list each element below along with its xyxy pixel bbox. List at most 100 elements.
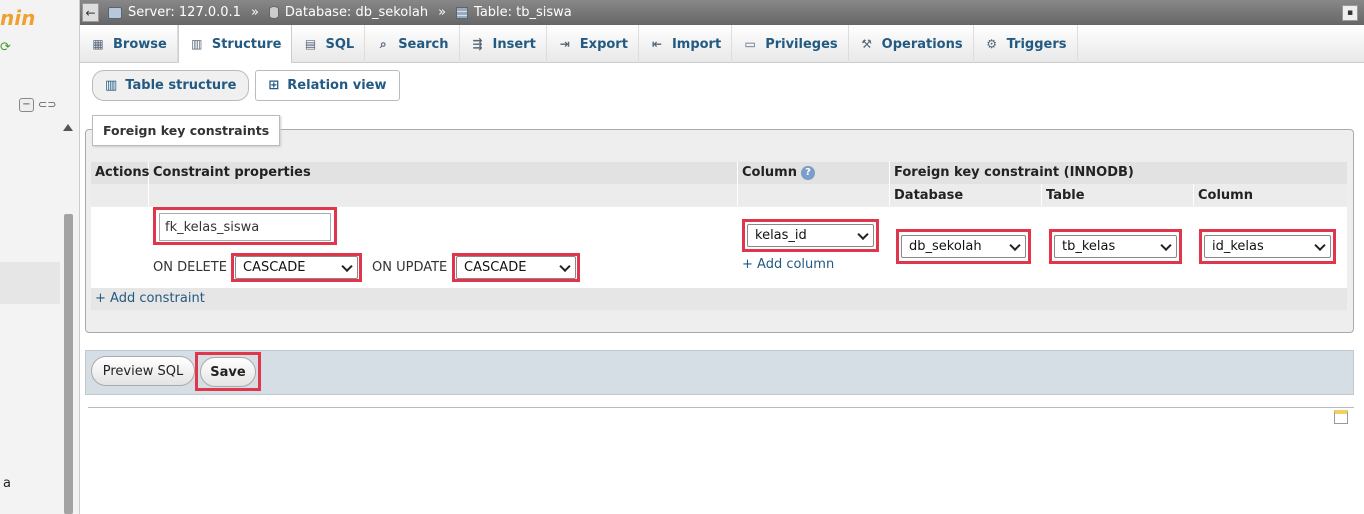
on-update-select[interactable]: CASCADE: [456, 256, 576, 279]
on-delete-label: ON DELETE: [153, 260, 227, 275]
chevron-down-icon: [857, 228, 869, 240]
breadcrumb-separator: »: [250, 5, 259, 20]
collapse-all-button[interactable]: −: [19, 98, 34, 112]
tab-label: Insert: [492, 36, 536, 52]
header-fk-constraint: Foreign key constraint (INNODB): [894, 165, 1134, 180]
select-value: tb_kelas: [1062, 239, 1116, 254]
tab-label: SQL: [325, 36, 355, 52]
add-column-link[interactable]: + Add column: [742, 257, 834, 272]
browse-icon: ▦: [92, 37, 104, 51]
breadcrumb-database[interactable]: Database: db_sekolah: [285, 5, 428, 20]
header-ref-column: Column: [1198, 188, 1253, 203]
privileges-icon: ▭: [744, 37, 756, 51]
tab-import[interactable]: ⇤ Import: [639, 25, 733, 63]
breadcrumb-server[interactable]: Server: 127.0.0.1: [128, 5, 241, 20]
sub-tabs: ▥ Table structure ⊞ Relation view: [92, 70, 400, 101]
breadcrumb-separator: »: [438, 5, 447, 20]
tab-label: Structure: [211, 36, 282, 52]
table-subheader-row: [91, 184, 1347, 206]
chevron-down-icon: [341, 260, 353, 272]
tab-privileges[interactable]: ▭ Privileges: [732, 25, 849, 63]
constraint-name-input[interactable]: fk_kelas_siswa: [159, 213, 331, 241]
select-value: CASCADE: [464, 260, 527, 275]
navigation-item-text[interactable]: a: [3, 476, 11, 491]
breadcrumb-table[interactable]: Table: tb_siswa: [474, 5, 572, 20]
maximize-icon[interactable]: ▪: [1342, 5, 1358, 21]
tab-search[interactable]: ⌕ Search: [365, 25, 460, 63]
tab-label: Operations: [881, 36, 963, 52]
navigation-panel: nin ⟳ − ⊂⊃ a: [0, 0, 80, 514]
header-constraint-properties: Constraint properties: [153, 165, 311, 180]
scroll-up-icon[interactable]: [63, 124, 73, 131]
breadcrumb-bar: ← Server: 127.0.0.1 » Database: db_sekol…: [80, 0, 1364, 25]
import-icon: ⇤: [651, 37, 662, 51]
help-icon[interactable]: ?: [801, 166, 815, 180]
server-icon: [108, 6, 122, 19]
tab-sql[interactable]: ▤ SQL: [292, 25, 366, 63]
chevron-down-icon: [1160, 239, 1172, 251]
tab-browse[interactable]: ▦ Browse: [80, 25, 178, 63]
structure-icon: ▥: [191, 37, 203, 51]
tab-label: Export: [579, 36, 628, 52]
on-delete-select[interactable]: CASCADE: [235, 256, 358, 279]
select-value: db_sekolah: [909, 239, 982, 254]
insert-icon: ⇶: [472, 37, 483, 51]
tab-label: Search: [398, 36, 449, 52]
chevron-down-icon: [559, 260, 571, 272]
header-actions: Actions: [95, 165, 150, 180]
fk-column-select[interactable]: id_kelas: [1204, 235, 1331, 258]
column-divider: [889, 162, 890, 206]
fieldset-legend: Foreign key constraints: [92, 115, 281, 146]
main-tabs: ▦ Browse ▥ Structure ▤ SQL ⌕ Search ⇶ Insert …: [80, 25, 1364, 63]
database-icon: [268, 6, 279, 19]
select-value: id_kelas: [1212, 239, 1264, 254]
reload-icon[interactable]: ⟳: [0, 40, 11, 55]
navigation-highlight: [0, 262, 60, 304]
operations-icon: ⚒: [861, 37, 873, 51]
fk-table-select[interactable]: tb_kelas: [1054, 235, 1177, 258]
select-value: kelas_id: [755, 228, 807, 243]
subtab-relation-view[interactable]: ⊞ Relation view: [255, 70, 400, 101]
back-button[interactable]: ←: [82, 3, 99, 22]
column-divider: [1193, 184, 1194, 206]
column-divider: [737, 162, 738, 206]
sql-icon: ▤: [304, 37, 317, 51]
header-database: Database: [894, 188, 964, 203]
tab-label: Import: [671, 36, 722, 52]
save-button[interactable]: Save: [200, 357, 256, 387]
divider: [88, 407, 1354, 408]
subtab-label: Table structure: [125, 78, 237, 93]
console-icon[interactable]: [1334, 410, 1348, 424]
column-select[interactable]: kelas_id: [747, 224, 874, 247]
column-divider: [1041, 184, 1042, 206]
header-column: Column: [742, 165, 797, 180]
chevron-down-icon: [1009, 239, 1021, 251]
export-icon: ⇥: [559, 37, 570, 51]
subtab-label: Relation view: [287, 78, 387, 93]
form-footer: [85, 350, 1354, 395]
tab-operations[interactable]: ⚒ Operations: [849, 25, 974, 63]
tab-label: Privileges: [765, 36, 838, 52]
subtab-table-structure[interactable]: ▥ Table structure: [92, 70, 250, 101]
phpmyadmin-logo[interactable]: nin: [0, 6, 35, 30]
add-constraint-row: [91, 288, 1347, 310]
tab-triggers[interactable]: ⚙ Triggers: [974, 25, 1078, 63]
fk-database-select[interactable]: db_sekolah: [901, 235, 1026, 258]
tab-export[interactable]: ⇥ Export: [547, 25, 639, 63]
preview-sql-button[interactable]: Preview SQL: [91, 356, 195, 386]
link-icon[interactable]: ⊂⊃: [38, 98, 56, 111]
triggers-icon: ⚙: [986, 37, 997, 51]
navigation-scrollbar[interactable]: [60, 120, 76, 514]
add-constraint-link[interactable]: + Add constraint: [95, 291, 205, 306]
relation-icon: ⊞: [268, 78, 280, 93]
on-update-label: ON UPDATE: [372, 260, 448, 275]
search-icon: ⌕: [379, 37, 387, 51]
scrollbar-thumb[interactable]: [64, 214, 73, 514]
table-icon: [456, 6, 469, 19]
tab-structure[interactable]: ▥ Structure: [177, 25, 293, 63]
tab-label: Triggers: [1006, 36, 1067, 52]
structure-icon: ▥: [105, 78, 118, 93]
chevron-down-icon: [1314, 239, 1326, 251]
tab-insert[interactable]: ⇶ Insert: [460, 25, 547, 63]
tab-label: Browse: [113, 36, 167, 52]
